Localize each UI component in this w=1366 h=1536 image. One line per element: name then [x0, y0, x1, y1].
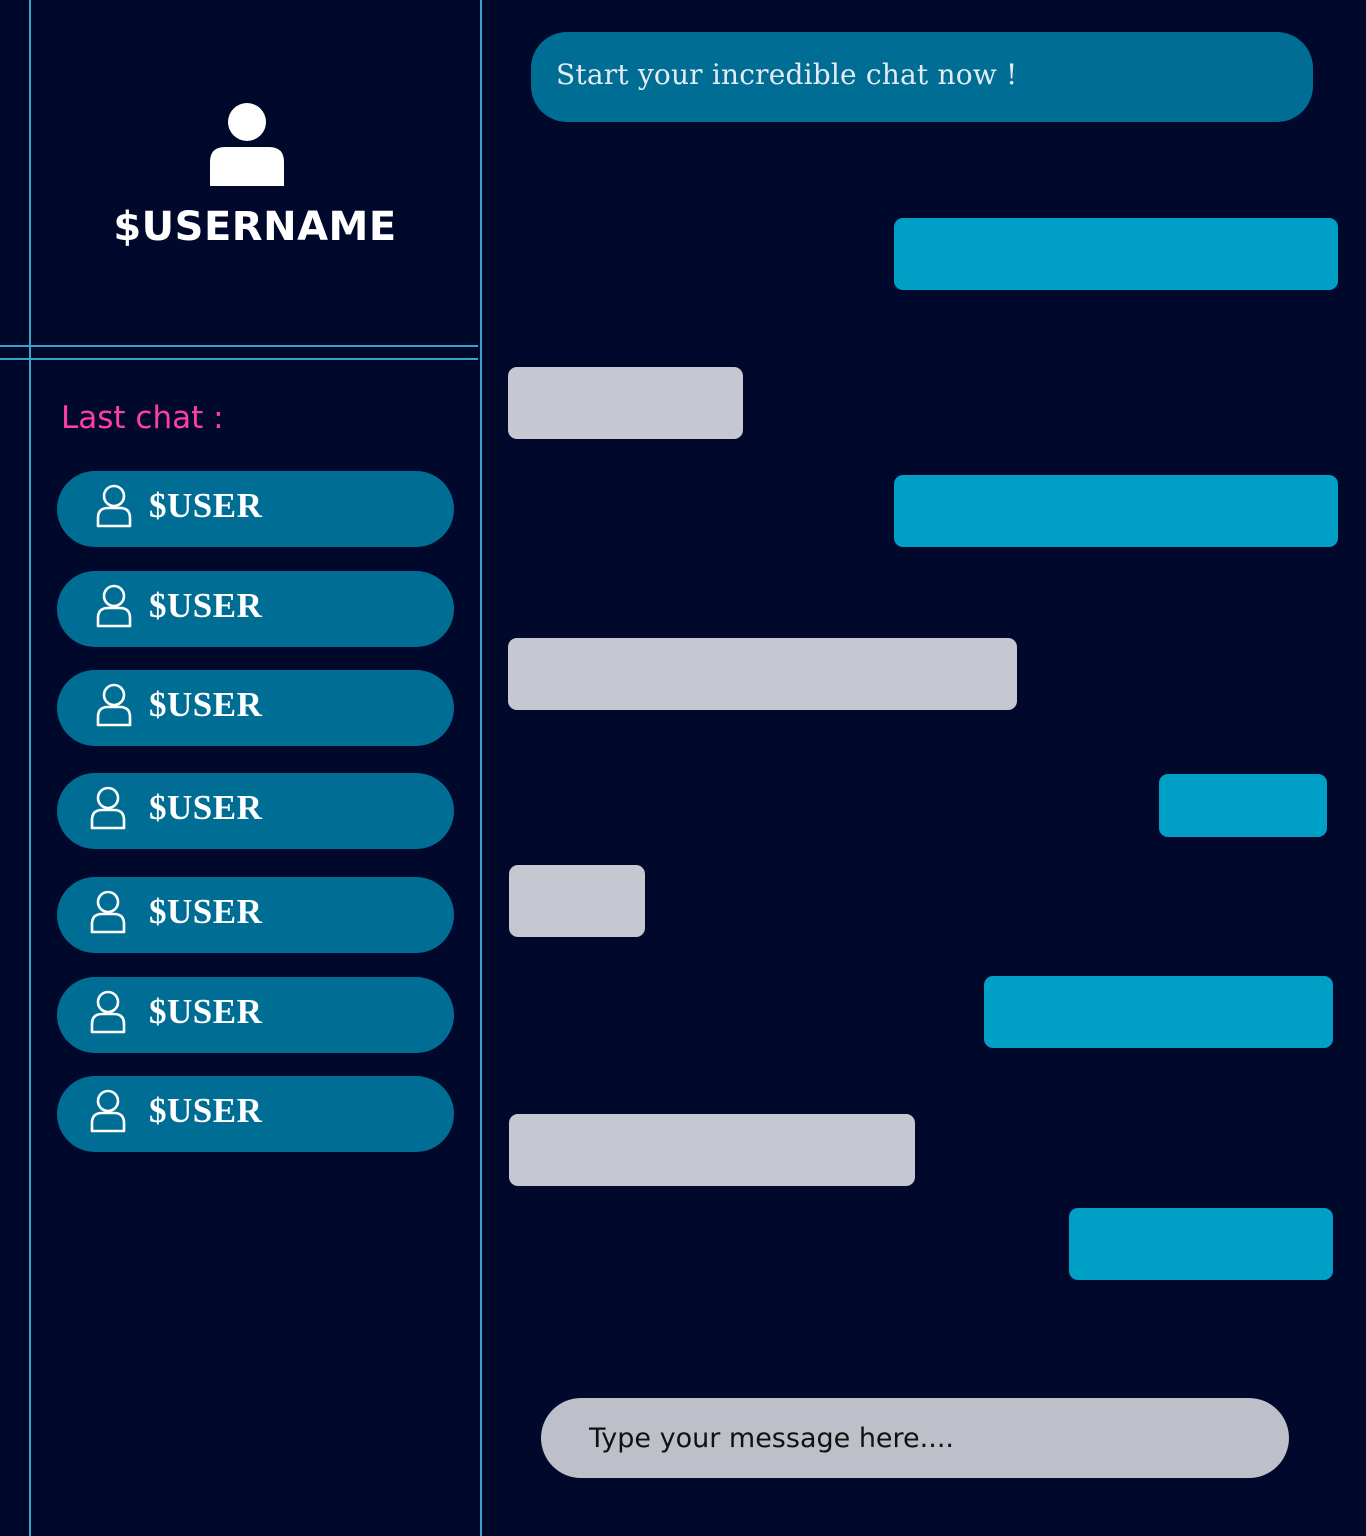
message-composer — [541, 1398, 1289, 1478]
contact-item[interactable]: $USER — [57, 877, 454, 953]
user-outline-icon — [90, 990, 126, 1034]
sent-message-bubble — [894, 218, 1338, 290]
message-input[interactable] — [589, 1398, 1249, 1478]
sent-message-bubble — [894, 475, 1338, 547]
profile-username: $USERNAME — [113, 204, 397, 250]
received-message-bubble — [509, 1114, 915, 1186]
user-silhouette-icon — [210, 103, 284, 186]
contact-name: $USER — [149, 486, 263, 525]
chat-header-text: Start your incredible chat now ! — [556, 58, 1018, 91]
sent-message-bubble — [984, 976, 1333, 1048]
contact-item[interactable]: $USER — [57, 1076, 454, 1152]
contact-item[interactable]: $USER — [57, 471, 454, 547]
contact-name: $USER — [149, 1091, 263, 1130]
contact-item[interactable]: $USER — [57, 670, 454, 746]
sent-message-bubble — [1159, 774, 1327, 837]
contact-name: $USER — [149, 788, 263, 827]
contact-item[interactable]: $USER — [57, 571, 454, 647]
chat-header: Start your incredible chat now ! — [531, 32, 1313, 122]
profile-divider-top — [0, 345, 478, 347]
user-outline-icon — [90, 1089, 126, 1133]
user-outline-icon — [96, 683, 132, 727]
contact-item[interactable]: $USER — [57, 773, 454, 849]
sidebar-right-divider — [480, 0, 482, 1536]
profile-divider-bottom — [0, 358, 478, 360]
received-message-bubble — [509, 865, 645, 937]
received-message-bubble — [508, 638, 1017, 710]
user-outline-icon — [96, 584, 132, 628]
user-outline-icon — [90, 890, 126, 934]
contact-name: $USER — [149, 992, 263, 1031]
received-message-bubble — [508, 367, 743, 439]
user-outline-icon — [90, 786, 126, 830]
sent-message-bubble — [1069, 1208, 1333, 1280]
contact-item[interactable]: $USER — [57, 977, 454, 1053]
contact-name: $USER — [149, 586, 263, 625]
contact-name: $USER — [149, 892, 263, 931]
user-outline-icon — [96, 484, 132, 528]
contact-name: $USER — [149, 685, 263, 724]
last-chat-label: Last chat : — [61, 400, 224, 436]
